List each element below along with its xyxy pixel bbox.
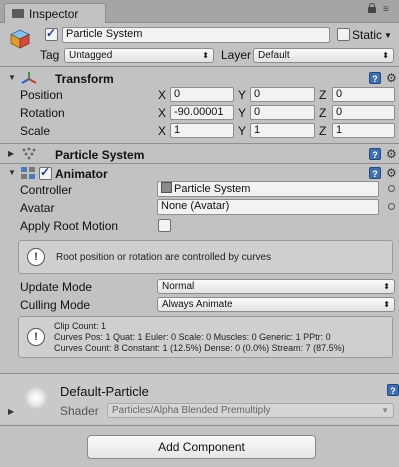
scale-x-field[interactable]: 1 xyxy=(170,123,234,138)
layer-value: Default xyxy=(258,50,290,61)
axis-x-label: X xyxy=(158,106,167,120)
material-name: Default-Particle xyxy=(60,384,149,399)
scale-z-field[interactable]: 1 xyxy=(332,123,395,138)
animator-title: Animator xyxy=(55,167,108,181)
controller-label: Controller xyxy=(20,183,73,197)
root-motion-info-box: ! Root position or rotation are controll… xyxy=(18,240,393,274)
dropdown-arrow-icon: ⬍ xyxy=(202,51,209,60)
help-icon[interactable]: ? xyxy=(369,167,381,179)
animator-enabled-checkbox[interactable] xyxy=(39,165,52,180)
update-mode-label: Update Mode xyxy=(20,280,93,294)
gameobject-icon xyxy=(10,29,30,49)
axis-y-label: Y xyxy=(238,88,247,102)
rotation-x-field[interactable]: -90.00001 xyxy=(170,105,234,120)
position-z-field[interactable]: 0 xyxy=(332,87,395,102)
material-preview-icon xyxy=(25,387,47,409)
layer-dropdown[interactable]: Default ⬍ xyxy=(253,48,394,63)
particle-system-icon xyxy=(22,147,36,160)
layer-label: Layer xyxy=(221,48,252,62)
transform-icon xyxy=(21,72,37,84)
tag-dropdown[interactable]: Untagged ⬍ xyxy=(64,48,214,63)
controller-field[interactable]: Particle System xyxy=(157,181,379,197)
axis-x-label: X xyxy=(158,88,167,102)
menu-icon[interactable]: ≡ xyxy=(383,5,393,15)
static-checkbox[interactable] xyxy=(337,28,350,41)
dropdown-arrow-icon: ⬍ xyxy=(383,300,390,309)
info-icon: ! xyxy=(27,328,45,346)
shader-value: Particles/Alpha Blended Premultiply xyxy=(112,405,271,416)
axis-z-label: Z xyxy=(319,124,327,138)
gear-icon[interactable]: ⚙ xyxy=(386,148,397,160)
help-icon[interactable]: ? xyxy=(369,72,381,84)
expand-arrow-icon[interactable]: ▼ xyxy=(8,73,16,82)
curves-pos-text: Curves Pos: 1 Quat: 1 Euler: 0 Scale: 0 … xyxy=(54,332,331,342)
collapse-arrow-icon[interactable]: ▶ xyxy=(8,407,14,416)
rotation-z-field[interactable]: 0 xyxy=(332,105,395,120)
update-mode-value: Normal xyxy=(162,281,195,292)
dropdown-arrow-icon: ▼ xyxy=(381,406,389,415)
help-icon[interactable]: ? xyxy=(369,148,381,160)
animator-controller-icon xyxy=(161,182,172,193)
root-motion-info-text: Root position or rotation are controlled… xyxy=(56,252,272,263)
culling-mode-value: Always Animate xyxy=(162,299,233,310)
particle-system-header[interactable]: ▶ Particle System ? ⚙ xyxy=(0,145,399,164)
name-field[interactable]: Particle System xyxy=(62,27,330,43)
culling-mode-label: Culling Mode xyxy=(20,298,91,312)
inspector-icon xyxy=(12,9,24,18)
divider xyxy=(0,425,399,426)
axis-x-label: X xyxy=(158,124,167,138)
culling-mode-dropdown[interactable]: Always Animate ⬍ xyxy=(157,297,395,312)
expand-arrow-icon[interactable]: ▼ xyxy=(8,168,16,177)
tab-inspector[interactable]: Inspector xyxy=(4,3,106,23)
shader-label: Shader xyxy=(60,404,99,418)
update-mode-dropdown[interactable]: Normal ⬍ xyxy=(157,279,395,294)
active-checkbox[interactable] xyxy=(45,26,58,41)
info-icon: ! xyxy=(27,248,45,266)
avatar-label: Avatar xyxy=(20,201,55,215)
position-x-field[interactable]: 0 xyxy=(170,87,234,102)
gear-icon[interactable]: ⚙ xyxy=(386,72,397,84)
dropdown-arrow-icon: ⬍ xyxy=(383,282,390,291)
row-label: Scale xyxy=(20,124,51,138)
static-label: Static xyxy=(352,28,383,42)
particle-system-title: Particle System xyxy=(55,148,145,162)
rotation-y-field[interactable]: 0 xyxy=(250,105,315,120)
divider xyxy=(0,143,399,144)
curves-count-text: Curves Count: 8 Constant: 1 (12.5%) Dens… xyxy=(54,343,345,353)
axis-z-label: Z xyxy=(319,88,327,102)
gear-icon[interactable]: ⚙ xyxy=(386,167,397,179)
tag-value: Untagged xyxy=(69,50,113,61)
static-dropdown-icon[interactable]: ▼ xyxy=(384,31,392,40)
help-icon[interactable]: ? xyxy=(387,384,399,396)
dropdown-arrow-icon: ⬍ xyxy=(382,51,389,60)
axis-z-label: Z xyxy=(319,106,327,120)
tab-label: Inspector xyxy=(29,7,79,21)
apply-root-motion-label: Apply Root Motion xyxy=(20,219,119,233)
avatar-field[interactable]: None (Avatar) xyxy=(157,199,379,215)
object-picker-icon[interactable] xyxy=(388,203,395,210)
material-section: ▶ Default-Particle ? Shader Particles/Al… xyxy=(0,374,399,424)
clip-count-text: Clip Count: 1 xyxy=(54,321,107,331)
clip-info-box: ! Clip Count: 1 Curves Pos: 1 Quat: 1 Eu… xyxy=(18,316,393,358)
axis-y-label: Y xyxy=(238,124,247,138)
collapse-arrow-icon[interactable]: ▶ xyxy=(8,149,14,158)
axis-y-label: Y xyxy=(238,106,247,120)
transform-header[interactable]: ▼ Transform ? ⚙ xyxy=(0,69,399,88)
shader-dropdown[interactable]: Particles/Alpha Blended Premultiply ▼ xyxy=(107,403,394,418)
tag-label: Tag xyxy=(40,48,60,62)
row-label: Position xyxy=(20,88,63,102)
position-y-field[interactable]: 0 xyxy=(250,87,315,102)
divider xyxy=(0,66,399,67)
controller-value: Particle System xyxy=(174,183,251,195)
animator-icon xyxy=(21,167,35,179)
scale-y-field[interactable]: 1 xyxy=(250,123,315,138)
row-label: Rotation xyxy=(20,106,65,120)
transform-title: Transform xyxy=(55,72,114,86)
lock-icon[interactable] xyxy=(368,3,376,13)
object-picker-icon[interactable] xyxy=(388,185,395,192)
apply-root-motion-checkbox[interactable] xyxy=(158,219,171,232)
add-component-button[interactable]: Add Component xyxy=(87,435,316,459)
